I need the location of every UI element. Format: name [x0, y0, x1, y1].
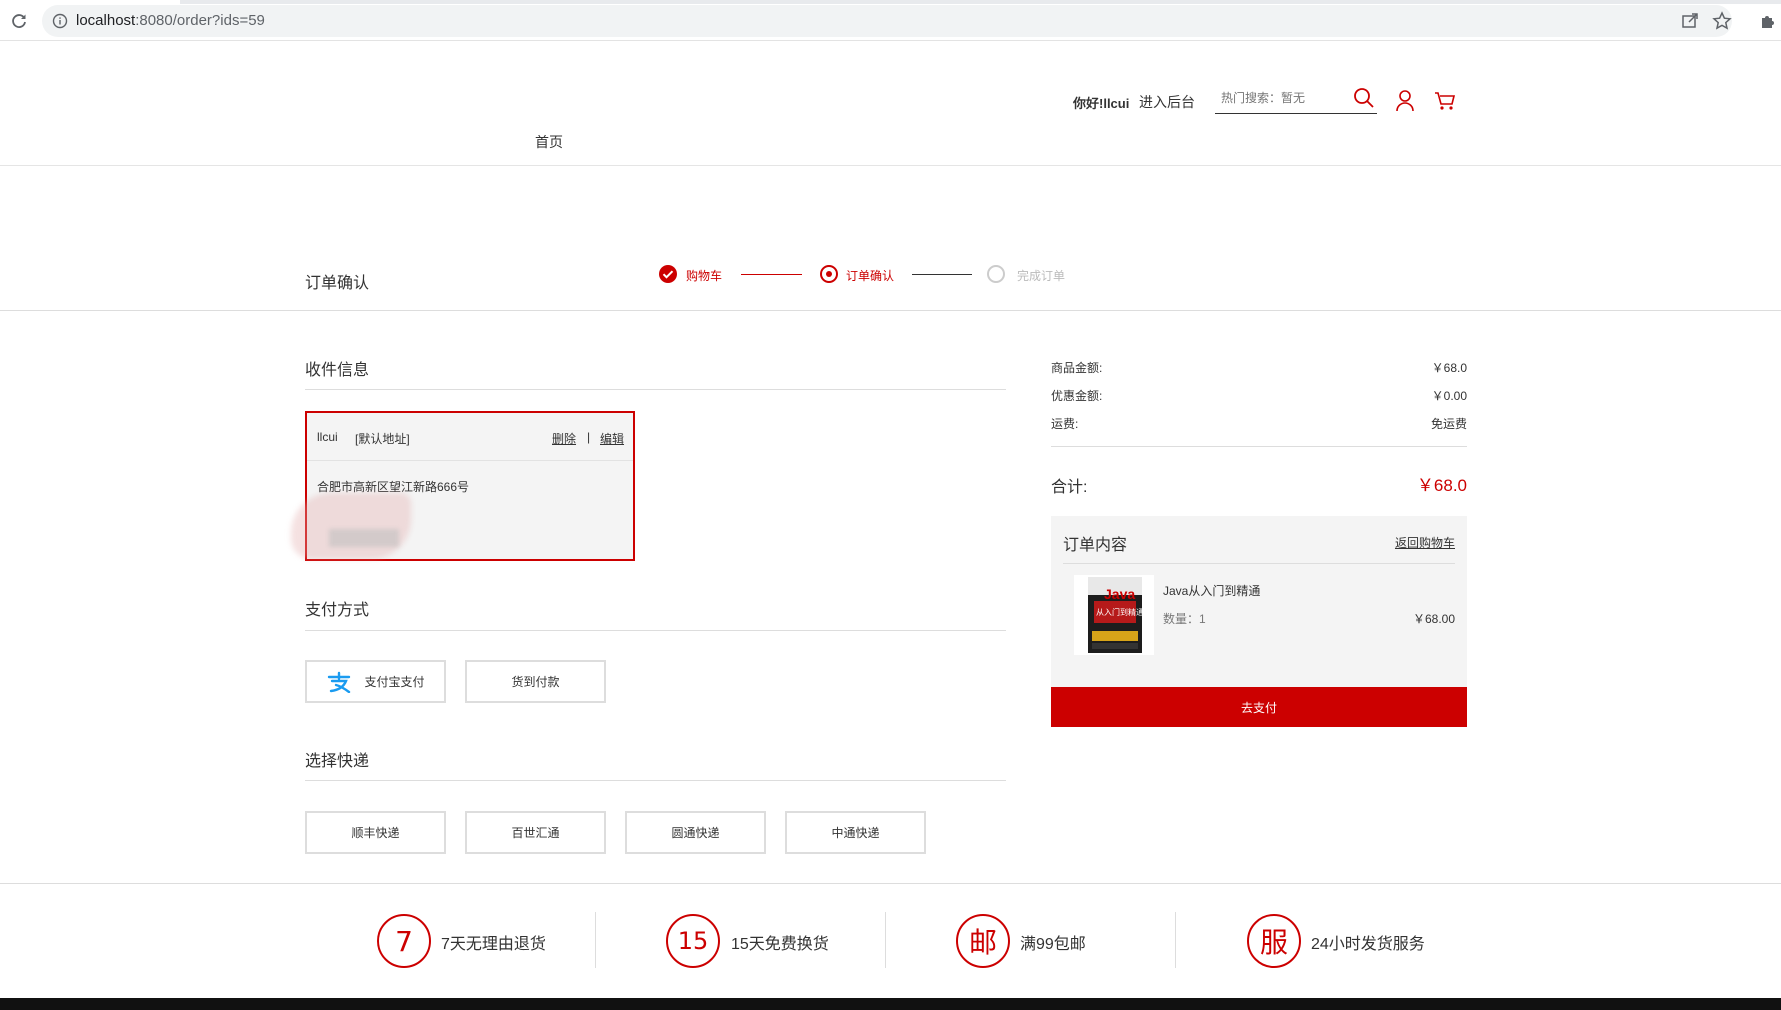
tab-strip-edge [180, 0, 1781, 4]
goods-amount-value: ￥68.0 [1431, 361, 1467, 375]
receiver-name: llcui [317, 430, 338, 444]
book-cover-subtitle: 从入门到精通 [1096, 608, 1144, 617]
address-card-header: llcui [默认地址] 删除 | 编辑 [307, 413, 633, 461]
link-separator: | [587, 430, 591, 444]
order-content-title: 订单内容 [1063, 537, 1128, 554]
step-done-check-icon [659, 265, 677, 283]
courier-yto-button[interactable]: 圆通快递 [625, 811, 766, 854]
book-price: ￥68.00 [1412, 612, 1455, 626]
alipay-icon [328, 671, 351, 693]
total-label: 合计: [1051, 479, 1088, 496]
go-pay-button[interactable]: 去支付 [1051, 687, 1467, 727]
courier-best-button[interactable]: 百世汇通 [465, 811, 606, 854]
user-icon[interactable] [1395, 90, 1415, 112]
service-24h-icon: 服 [1247, 914, 1301, 968]
courier-sf-label: 顺丰快递 [351, 826, 400, 840]
shipping-section-line [305, 780, 1006, 781]
info-icon[interactable] [52, 13, 68, 29]
bookmark-star-icon[interactable] [1712, 11, 1732, 31]
page-title: 订单确认 [305, 275, 370, 292]
exchange-15days-icon: 15 [666, 914, 720, 968]
courier-zto-label: 中通快递 [831, 826, 880, 840]
footer-separator [1175, 912, 1176, 968]
service-24h-text: 24小时发货服务 [1311, 936, 1425, 953]
redacted-phone-smudge [291, 493, 411, 559]
step-pending-circle-icon [987, 265, 1005, 283]
site-header: 你好!llcui 进入后台 首页 [0, 41, 1781, 166]
pay-cod-button[interactable]: 货到付款 [465, 660, 606, 703]
delete-address-link[interactable]: 删除 [552, 430, 576, 447]
pay-alipay-button[interactable]: 支付宝支付 [305, 660, 446, 703]
total-value: ￥68.0 [1416, 476, 1467, 495]
shipping-section-title: 选择快递 [305, 753, 370, 770]
book-name[interactable]: Java从入门到精通 [1163, 582, 1260, 599]
payment-section-title: 支付方式 [305, 602, 370, 619]
url-host: localhost [76, 12, 136, 29]
browser-toolbar: localhost:8080/order?ids=59 [0, 0, 1781, 41]
return-7days-icon: 7 [377, 914, 431, 968]
courier-best-label: 百世汇通 [511, 826, 560, 840]
free-shipping-icon: 邮 [956, 914, 1010, 968]
freight-label: 运费: [1051, 417, 1079, 431]
discount-value: ￥0.00 [1431, 389, 1467, 403]
url-text[interactable]: localhost:8080/order?ids=59 [76, 12, 265, 29]
return-7days-text: 7天无理由退货 [441, 936, 546, 953]
edit-address-link[interactable]: 编辑 [600, 430, 624, 447]
step-complete-label: 完成订单 [1017, 269, 1066, 283]
search-input[interactable] [1221, 89, 1341, 107]
footer-divider [0, 883, 1781, 884]
reload-icon[interactable] [10, 12, 28, 30]
book-cover-title: Java [1104, 586, 1136, 602]
back-to-cart-link[interactable]: 返回购物车 [1395, 534, 1455, 551]
pay-cod-label: 货到付款 [511, 675, 560, 689]
search-icon[interactable] [1353, 87, 1375, 109]
step-cart-label: 购物车 [686, 269, 723, 283]
courier-sf-button[interactable]: 顺丰快递 [305, 811, 446, 854]
book-quantity: 数量：1 [1163, 612, 1206, 626]
payment-section-line [305, 630, 1006, 631]
steps-divider [0, 310, 1781, 311]
footer-separator [595, 912, 596, 968]
discount-label: 优惠金额: [1051, 389, 1103, 403]
step-confirm-label: 订单确认 [846, 269, 895, 283]
user-greeting: 你好!llcui [1073, 96, 1130, 111]
search-box [1215, 83, 1377, 114]
address-card-selected[interactable]: llcui [默认地址] 删除 | 编辑 合肥市高新区望江新路666号 [291, 411, 635, 561]
step-current-radio-icon [820, 265, 838, 283]
footer-separator [885, 912, 886, 968]
order-content-panel: 订单内容 返回购物车 Java 从入门到精通 Java从入门到精通 数量：1 ￥… [1051, 516, 1467, 687]
goods-amount-label: 商品金额: [1051, 361, 1103, 375]
book-cover-image: Java 从入门到精通 [1074, 575, 1154, 655]
pay-alipay-label: 支付宝支付 [364, 675, 425, 689]
redacted-phone-blur [329, 529, 399, 547]
url-path: :8080/order?ids=59 [135, 12, 265, 29]
nav-home-link[interactable]: 首页 [535, 132, 563, 152]
extensions-icon[interactable] [1758, 11, 1778, 31]
step-connector-1 [741, 274, 802, 275]
default-address-tag: [默认地址] [355, 432, 410, 446]
summary-divider [1051, 446, 1467, 447]
share-icon[interactable] [1680, 11, 1700, 31]
bottom-dark-bar [0, 998, 1781, 1010]
freight-value: 免运费 [1430, 417, 1467, 431]
free-shipping-text: 满99包邮 [1020, 936, 1086, 953]
receiver-section-line [305, 389, 1006, 390]
courier-yto-label: 圆通快递 [671, 826, 720, 840]
receiver-section-title: 收件信息 [305, 362, 370, 379]
courier-zto-button[interactable]: 中通快递 [785, 811, 926, 854]
step-connector-2 [912, 274, 972, 275]
order-content-divider [1063, 563, 1455, 564]
cart-icon[interactable] [1434, 91, 1456, 111]
address-bar[interactable]: localhost:8080/order?ids=59 [42, 5, 1732, 37]
admin-link[interactable]: 进入后台 [1139, 92, 1195, 112]
exchange-15days-text: 15天免费换货 [731, 936, 829, 953]
